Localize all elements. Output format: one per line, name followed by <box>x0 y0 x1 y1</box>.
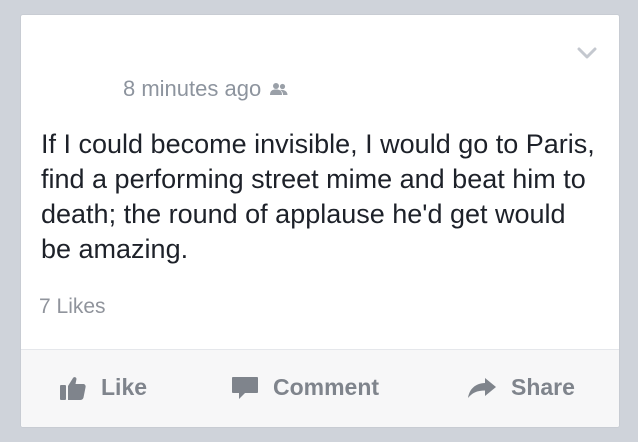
like-label: Like <box>101 374 148 400</box>
likes-count[interactable]: 7 Likes <box>39 295 106 319</box>
post-text: If I could become invisible, I would go … <box>41 129 595 264</box>
comment-label: Comment <box>273 374 380 400</box>
action-bar: Like Comment Share <box>21 350 619 427</box>
like-button[interactable]: Like <box>59 374 147 401</box>
speech-bubble-icon <box>232 376 258 399</box>
share-arrow-icon <box>468 377 496 398</box>
chevron-down-icon[interactable] <box>577 47 597 59</box>
post-card: 8 minutes ago If I could become invisibl… <box>20 14 620 428</box>
friends-icon[interactable] <box>269 82 289 96</box>
comment-button[interactable]: Comment <box>231 374 379 401</box>
post-timestamp[interactable]: 8 minutes ago <box>123 76 261 102</box>
post-meta: 8 minutes ago <box>123 76 289 102</box>
share-button[interactable]: Share <box>467 374 575 401</box>
thumbs-up-icon <box>60 376 86 400</box>
share-label: Share <box>511 374 575 400</box>
